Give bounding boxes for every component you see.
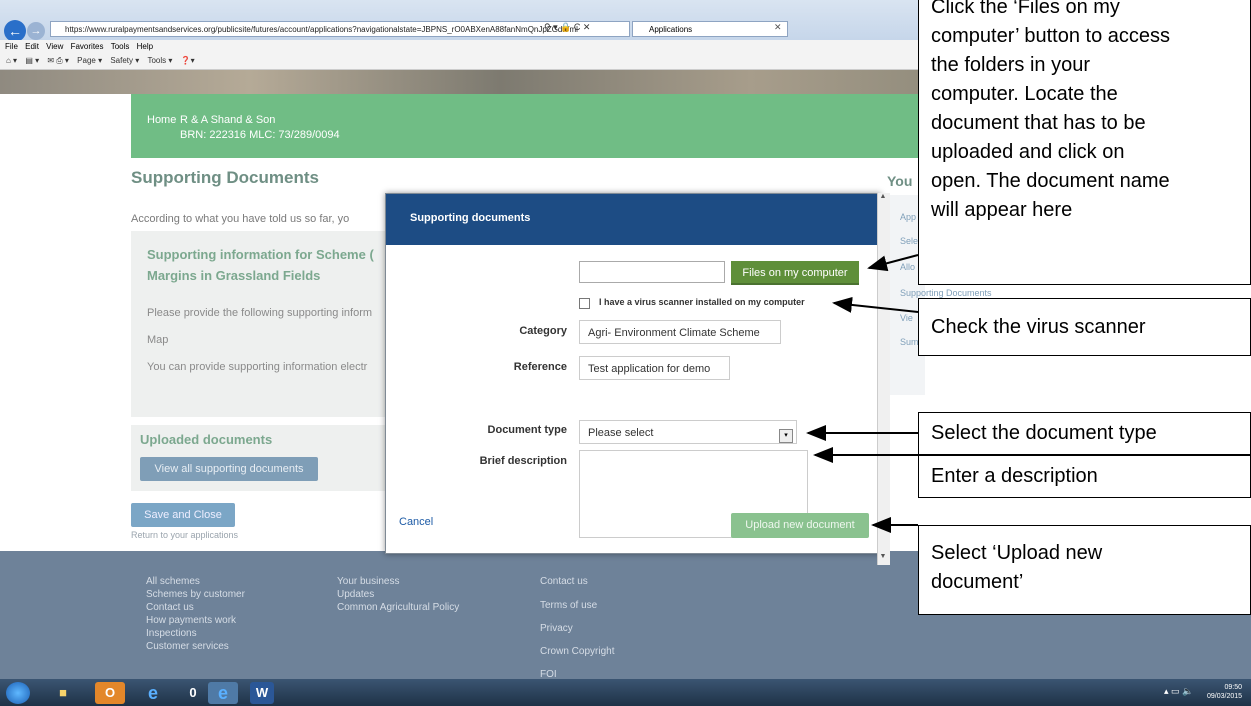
scroll-down-icon[interactable]: ▼	[877, 553, 889, 565]
callout-upload: Select ‘Upload new document’	[918, 525, 1251, 615]
electronic-info-text: You can provide supporting information e…	[147, 361, 368, 373]
supporting-info-title: Supporting information for Scheme ( Marg…	[147, 247, 374, 283]
menu-view[interactable]: View	[46, 42, 63, 51]
footer-link[interactable]: Privacy	[540, 622, 573, 635]
document-type-select[interactable]: Please select	[579, 420, 797, 444]
feeds-icon[interactable]: ▤ ▾	[25, 56, 39, 65]
outlook-icon[interactable]: O	[95, 682, 125, 704]
sidebar-link[interactable]: Vie	[900, 313, 913, 323]
callout-virus: Check the virus scanner	[918, 298, 1251, 356]
cancel-button[interactable]: Cancel	[399, 516, 433, 528]
sidebar-link-supporting-documents[interactable]: Supporting Documents	[900, 288, 992, 298]
virus-scanner-checkbox[interactable]	[579, 298, 590, 309]
footer-link[interactable]: Contact us	[146, 601, 194, 614]
description-label: Brief description	[479, 455, 567, 467]
safety-menu[interactable]: Safety ▾	[110, 56, 139, 65]
address-bar[interactable]: https://www.ruralpaymentsandservices.org…	[50, 21, 630, 37]
footer-link[interactable]: How payments work	[146, 614, 236, 627]
footer-link[interactable]: Terms of use	[540, 599, 597, 612]
word-icon[interactable]: W	[250, 682, 274, 704]
menu-favorites[interactable]: Favorites	[71, 42, 104, 51]
dialog-title: Supporting documents	[410, 212, 531, 224]
virus-scanner-label: I have a virus scanner installed on my c…	[599, 297, 805, 307]
help-icon[interactable]: ❓▾	[181, 56, 195, 65]
callout-files: Click the ‘Files on my computer’ button …	[918, 0, 1251, 285]
category-field[interactable]: Agri- Environment Climate Scheme	[579, 320, 781, 344]
reference-field[interactable]: Test application for demo	[579, 356, 730, 380]
onenote-icon[interactable]: 0	[178, 682, 208, 704]
page-menu[interactable]: Page ▾	[77, 56, 102, 65]
map-label: Map	[147, 334, 169, 346]
footer-link[interactable]: Updates	[337, 588, 374, 601]
sidebar-link[interactable]: Sum	[900, 337, 919, 347]
sidebar-link[interactable]: Allo	[900, 262, 915, 272]
page-title: Supporting Documents	[131, 168, 319, 187]
forward-arrow-icon[interactable]: →	[27, 22, 45, 40]
back-arrow-icon[interactable]: ←	[4, 20, 26, 42]
supporting-info-text: Please provide the following supporting …	[147, 307, 373, 319]
menu-file[interactable]: File	[5, 42, 18, 51]
address-bar-icons[interactable]: ⚲ ▾ 🔒 C ✕	[544, 22, 590, 33]
footer-link[interactable]: Inspections	[146, 627, 197, 640]
system-tray-icons[interactable]: ▴ ▭ 🔈	[1164, 686, 1193, 697]
sidebar-link[interactable]: Sele	[900, 236, 918, 246]
callout-doctype: Select the document type	[918, 412, 1251, 455]
view-all-documents-button[interactable]: View all supporting documents	[140, 457, 318, 481]
footer-link[interactable]: Customer services	[146, 640, 229, 653]
internet-explorer-icon[interactable]: e	[138, 682, 168, 704]
folder-icon[interactable]: ■	[48, 682, 78, 704]
footer-link[interactable]: Your business	[337, 575, 399, 588]
chevron-down-icon[interactable]: ▾	[779, 429, 793, 443]
uploaded-docs-title: Uploaded documents	[140, 432, 273, 447]
menu-help[interactable]: Help	[137, 42, 153, 51]
footer-link[interactable]: All schemes	[146, 575, 200, 588]
internet-explorer-active-icon[interactable]: e	[208, 682, 238, 704]
reference-label: Reference	[513, 361, 567, 373]
scroll-up-icon[interactable]: ▲	[877, 193, 889, 205]
browser-tab[interactable]: Applications	[632, 21, 788, 37]
close-icon[interactable]: ✕	[774, 22, 782, 33]
business-reference: BRN: 222316 MLC: 73/289/0094	[180, 129, 340, 141]
start-button-icon[interactable]	[6, 682, 30, 704]
sidebar-link[interactable]: App	[900, 212, 916, 222]
site-header	[131, 94, 926, 158]
mail-icon[interactable]: ✉ ⎙ ▾	[47, 56, 69, 65]
category-label: Category	[519, 325, 567, 337]
nav-home-link[interactable]: Home	[147, 114, 176, 126]
footer-link[interactable]: Common Agricultural Policy	[337, 601, 459, 614]
document-type-label: Document type	[487, 424, 567, 436]
home-icon[interactable]: ⌂ ▾	[6, 56, 17, 65]
upload-new-document-button[interactable]: Upload new document	[731, 513, 869, 538]
tools-menu[interactable]: Tools ▾	[147, 56, 172, 65]
callout-description: Enter a description	[918, 455, 1251, 498]
sidebar-title: You	[887, 173, 913, 189]
clock[interactable]: 09:50 09/03/2015	[1207, 683, 1242, 701]
menu-edit[interactable]: Edit	[25, 42, 39, 51]
files-on-my-computer-button[interactable]: Files on my computer	[731, 261, 859, 285]
dialog-scrollbar[interactable]	[877, 193, 890, 565]
return-link[interactable]: Return to your applications	[131, 530, 238, 540]
footer-link[interactable]: Contact us	[540, 575, 588, 588]
intro-text: According to what you have told us so fa…	[131, 213, 350, 225]
clock-time: 09:50	[1224, 684, 1243, 691]
footer-link[interactable]: Crown Copyright	[540, 645, 614, 658]
save-and-close-button[interactable]: Save and Close	[131, 503, 235, 527]
business-name: R & A Shand & Son	[180, 114, 276, 126]
file-name-field[interactable]	[579, 261, 725, 283]
footer-link[interactable]: Schemes by customer	[146, 588, 245, 601]
menu-tools[interactable]: Tools	[111, 42, 130, 51]
clock-date: 09/03/2015	[1207, 693, 1243, 700]
